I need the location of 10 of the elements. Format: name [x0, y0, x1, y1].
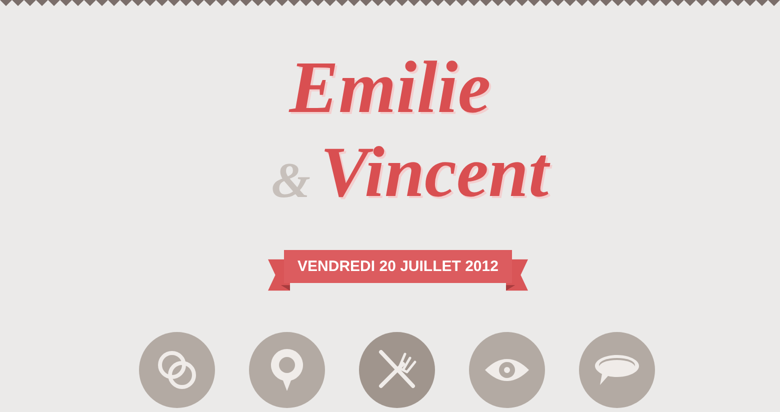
speech-bubble-icon: [594, 353, 640, 387]
pin-icon: [269, 347, 305, 393]
bride-name: Emilie: [288, 46, 492, 130]
eye-icon: [484, 356, 530, 384]
cutlery-icon: [377, 350, 417, 390]
rings-icon: [155, 348, 199, 392]
ribbon-tail: [506, 258, 528, 292]
groom-name: Vincent: [320, 131, 548, 214]
ampersand: &: [272, 151, 310, 210]
date-banner: VENDREDI 20 JUILLET 2012: [284, 250, 512, 283]
